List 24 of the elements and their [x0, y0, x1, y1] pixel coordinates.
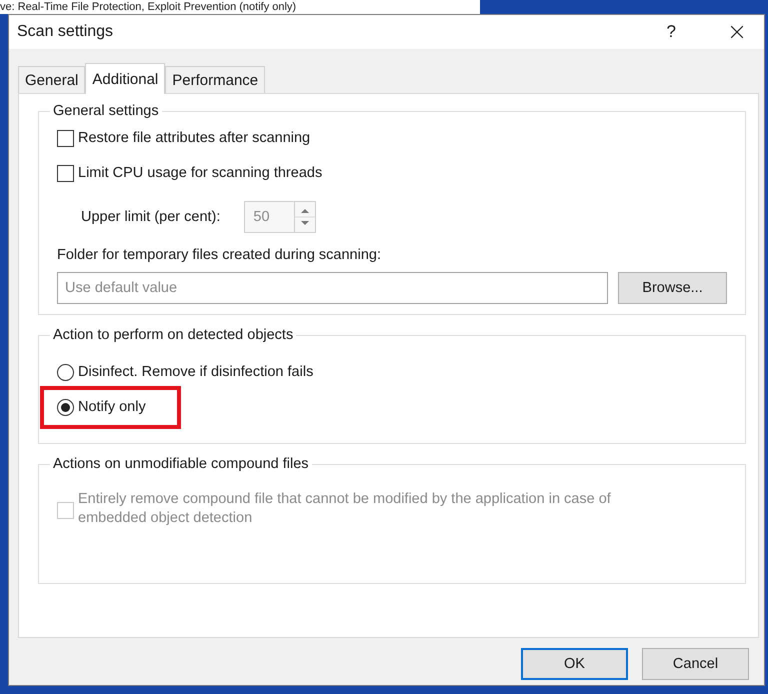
field-label: Folder for temporary files created during scanning:	[57, 247, 382, 263]
window-title: Scan settings	[17, 23, 114, 41]
ok-button[interactable]: OK	[521, 648, 628, 680]
folder-input[interactable]: Use default value	[57, 272, 608, 304]
checkbox[interactable]	[57, 165, 74, 182]
checkbox[interactable]	[57, 130, 74, 147]
checkbox-label: Restore file attributes after scanning	[78, 129, 310, 148]
radio-label: Notify only	[78, 398, 146, 417]
browse-button[interactable]: Browse...	[618, 272, 727, 304]
window-text: ve: Real-Time File Protection, Exploit Prevention (notify only)	[0, 1, 296, 14]
radio-label: Disinfect. Remove if disinfection fails	[78, 363, 314, 382]
group-title: Actions on unmodifiable compound files	[52, 456, 310, 472]
checkbox-label: Limit CPU usage for scanning threads	[78, 164, 322, 183]
group-title: General settings	[52, 103, 160, 119]
help-button[interactable]: ?	[666, 22, 676, 42]
cancel-button[interactable]: Cancel	[642, 648, 749, 680]
tab[interactable]: General	[18, 66, 86, 93]
radio-button[interactable]	[57, 364, 74, 381]
field-label: Upper limit (per cent):	[81, 208, 220, 226]
tab[interactable]: Additional	[85, 63, 166, 94]
radio-button[interactable]	[57, 399, 74, 416]
checkbox-label: Entirely remove compound file that cannot be modified by the application in case of embedded object detection	[78, 490, 612, 528]
tab[interactable]: Performance	[165, 66, 266, 93]
group-title: Action to perform on detected objects	[52, 327, 294, 343]
